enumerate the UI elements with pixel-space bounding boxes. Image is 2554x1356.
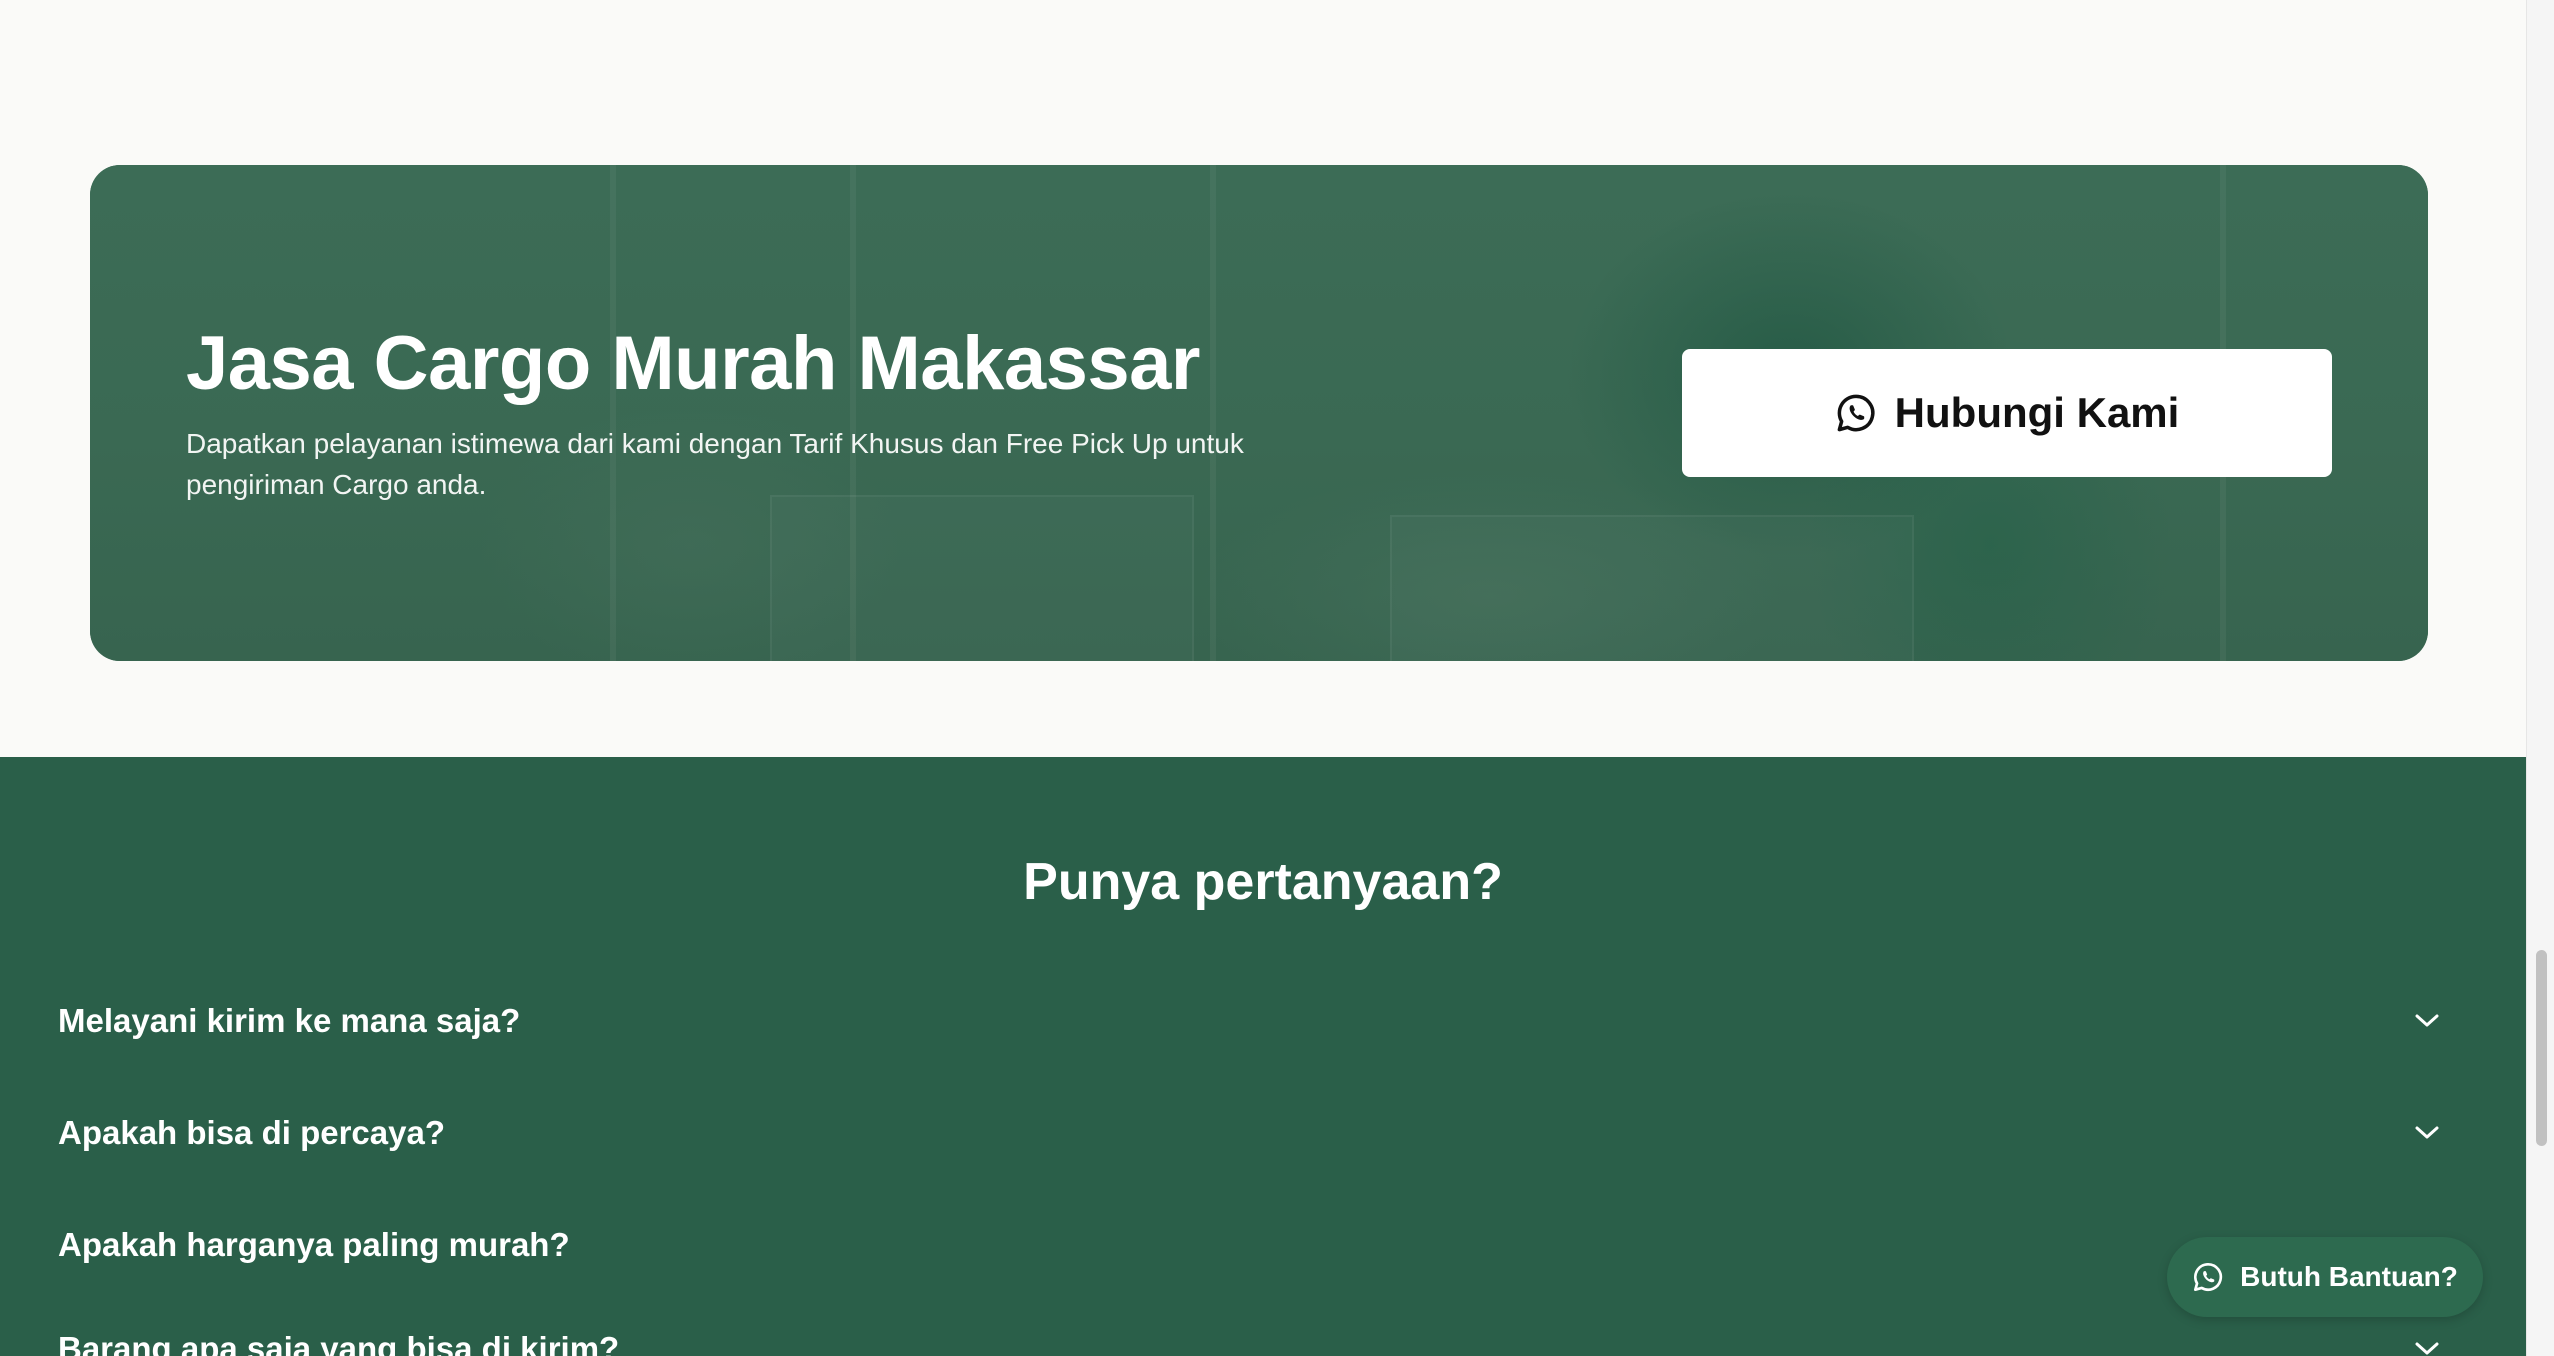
page-scrollbar[interactable]: [2526, 0, 2554, 1356]
cta-banner: Jasa Cargo Murah Makassar Dapatkan pelay…: [90, 165, 2428, 661]
faq-item-4[interactable]: Barang apa saja yang bisa di kirim?: [58, 1319, 2458, 1356]
faq-item-2[interactable]: Apakah bisa di percaya?: [58, 1103, 2458, 1163]
faq-item-3[interactable]: Apakah harganya paling murah?: [58, 1215, 2458, 1275]
faq-item-1[interactable]: Melayani kirim ke mana saja?: [58, 991, 2458, 1051]
faq-question: Melayani kirim ke mana saja?: [58, 1002, 521, 1039]
cta-title: Jasa Cargo Murah Makassar: [186, 321, 1200, 406]
chevron-down-icon: [2414, 1013, 2440, 1029]
cta-description: Dapatkan pelayanan istimewa dari kami de…: [186, 428, 1244, 500]
cta-section: Jasa Cargo Murah Makassar Dapatkan pelay…: [0, 0, 2526, 757]
page: Jasa Cargo Murah Makassar Dapatkan pelay…: [0, 0, 2526, 1356]
faq-question: Apakah bisa di percaya?: [58, 1114, 445, 1151]
scrollbar-thumb[interactable]: [2536, 950, 2547, 1146]
faq-section: Punya pertanyaan? Melayani kirim ke mana…: [0, 757, 2526, 1356]
help-button-label: Butuh Bantuan?: [2240, 1261, 2458, 1292]
contact-us-button[interactable]: Hubungi Kami: [1682, 349, 2332, 477]
chevron-down-icon: [2414, 1125, 2440, 1141]
faq-title: Punya pertanyaan?: [1023, 853, 1503, 911]
chevron-down-icon: [2414, 1341, 2440, 1356]
contact-us-label: Hubungi Kami: [1894, 389, 2180, 436]
whatsapp-icon: [1835, 392, 1877, 434]
whatsapp-icon: [2192, 1261, 2224, 1293]
faq-question: Apakah harganya paling murah?: [58, 1226, 570, 1263]
faq-question: Barang apa saja yang bisa di kirim?: [58, 1330, 620, 1356]
help-button[interactable]: Butuh Bantuan?: [2167, 1237, 2483, 1317]
